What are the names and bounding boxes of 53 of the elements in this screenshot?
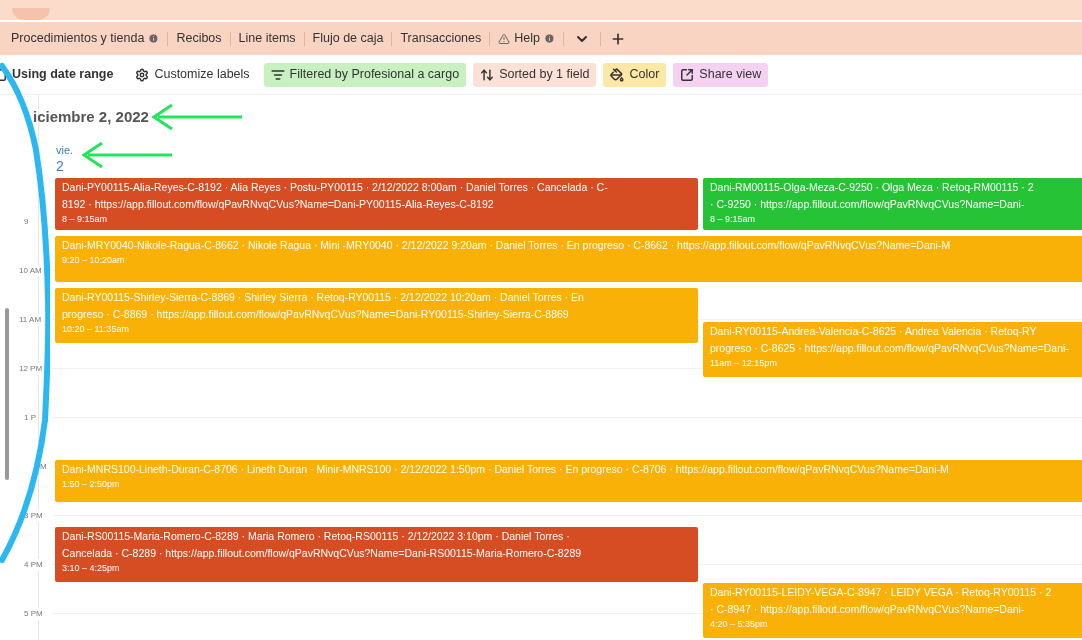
table-tab[interactable]: Recibos [168,29,230,48]
table-tab[interactable]: Help [490,29,563,48]
event-text: · C-9250 · https://app.fillout.com/flow/qPavRNvqCVus?Name=Dani- [710,197,1025,212]
day-number: 2 [56,157,64,176]
event-text: progreso · C-8869 · https://app.fillout.com/flow/qPavRNvqCVus?Name=Dani-RY00115-Shirley-Sierra-C-8869 [62,307,569,322]
table-tab[interactable]: Procedimientos y tienda [3,29,168,48]
table-tab[interactable]: Line items [230,29,304,48]
toolbar-button[interactable]: Customize labels [128,62,257,87]
toolbar-button[interactable]: Color [603,62,667,87]
event-time: 8 – 9:15am [62,213,108,226]
event-text: progreso · C-8625 · https://app.fillout.com/flow/qPavRNvqCVus?Name=Dani- [710,341,1069,356]
event-text: 8192 · https://app.fillout.com/flow/qPavRNvqCVus?Name=Dani-PY00115-Alia-Reyes-C-8192 [62,197,494,212]
toolbar-button[interactable]: Share view [673,62,769,87]
event-text: Dani-PY00115-Alia-Reyes-C-8192 · Alia Reyes · Postu-PY00115 · 2/12/2022 8:00am · Daniel Torres · Cancelada · C- [62,180,608,195]
event-time: 4:20 – 5:35pm [710,618,768,631]
event-time: 11am – 12:15pm [710,357,777,370]
hour-label: 5 PM [24,608,43,620]
event-text: Dani-RM00115-Olga-Meza-C-9250 · Olga Meza · Retoq-RM00115 · 2 [710,180,1034,195]
hour-label: 12 PM [19,363,43,375]
event-text: · C-8947 · https://app.fillout.com/flow/qPavRNvqCVus?Name=Dani- [710,602,1025,617]
toolbar-button[interactable]: Sorted by 1 field [473,62,597,87]
hour-label: 4 PM [24,559,43,571]
event-text: Dani-RY00115-LEIDY-VEGA-C-8947 · LEIDY VEGA · Retoq-RY00115 · 2 [710,585,1052,600]
filter-icon [270,67,285,82]
calendar-event[interactable] [55,178,698,230]
share-icon [680,67,695,82]
hour-label: 10 AM [19,265,42,277]
info-icon [148,33,160,44]
toolbar-button[interactable]: Filtered by Profesional a cargo [263,62,467,87]
toolbar-button[interactable]: Using date range [0,62,122,87]
event-time: 8 – 9:15am [710,213,756,226]
event-text: Dani-RY00115-Andrea-Valencia-C-8625 · Andrea Valencia · Retoq-RY [710,324,1037,339]
event-time: 1:50 – 2:50pm [62,478,120,491]
event-text: Dani-RS00115-Maria-Romero-C-8289 · Maria Romero · Retoq-RS00115 · 2/12/2022 3:10pm · Daniel Torres · [62,529,570,544]
date-title: iciembre 2, 2022 [33,107,149,127]
event-time: 3:10 – 4:25pm [62,562,120,575]
sort-icon [480,67,495,82]
event-text: Cancelada · C-8289 · https://app.fillout.com/flow/qPavRNvqCVus?Name=Dani-RS00115-Maria-Romero-C-8289 [62,546,582,561]
event-time: 9:20 – 10:20am [62,254,125,267]
weekday-label: vie. [56,143,74,158]
paint-bucket-icon [610,67,625,82]
event-text: Dani-RY00115-Shirley-Sierra-C-8869 · Shirley Sierra · Retoq-RY00115 · 2/12/2022 10:20am · Daniel Torres · En [62,290,584,305]
event-time: 10:20 – 11:35am [62,323,129,336]
warning-icon [498,32,511,45]
tab-highlight [12,8,50,20]
table-tab[interactable]: Transacciones [392,29,490,48]
info-icon [544,33,555,44]
event-text: Dani-MRY0040-Nikole-Ragua-C-8662 · Nikole Ragua · Mini -MRY0040 · 2/12/2022 9:20am · Daniel Torres · En progreso · C-8662 · https://app.fillout.com/flow/qPavRNvqCVus?Name=Dani-M [62,238,951,253]
calendar-event[interactable] [55,527,698,582]
event-text: Dani-MNRS100-Lineth-Duran-C-8706 · Lineth Duran · Minir-MNRS100 · 2/12/2022 1:50pm · Daniel Torres · En progreso · C-8706 · https://app.fillout.com/flow/qPavRNvqCVus?Name=Dani-M [62,462,949,477]
hour-label: 11 AM [19,314,42,326]
table-tab[interactable]: Flujo de caja [304,29,392,48]
settings-icon [135,67,150,82]
